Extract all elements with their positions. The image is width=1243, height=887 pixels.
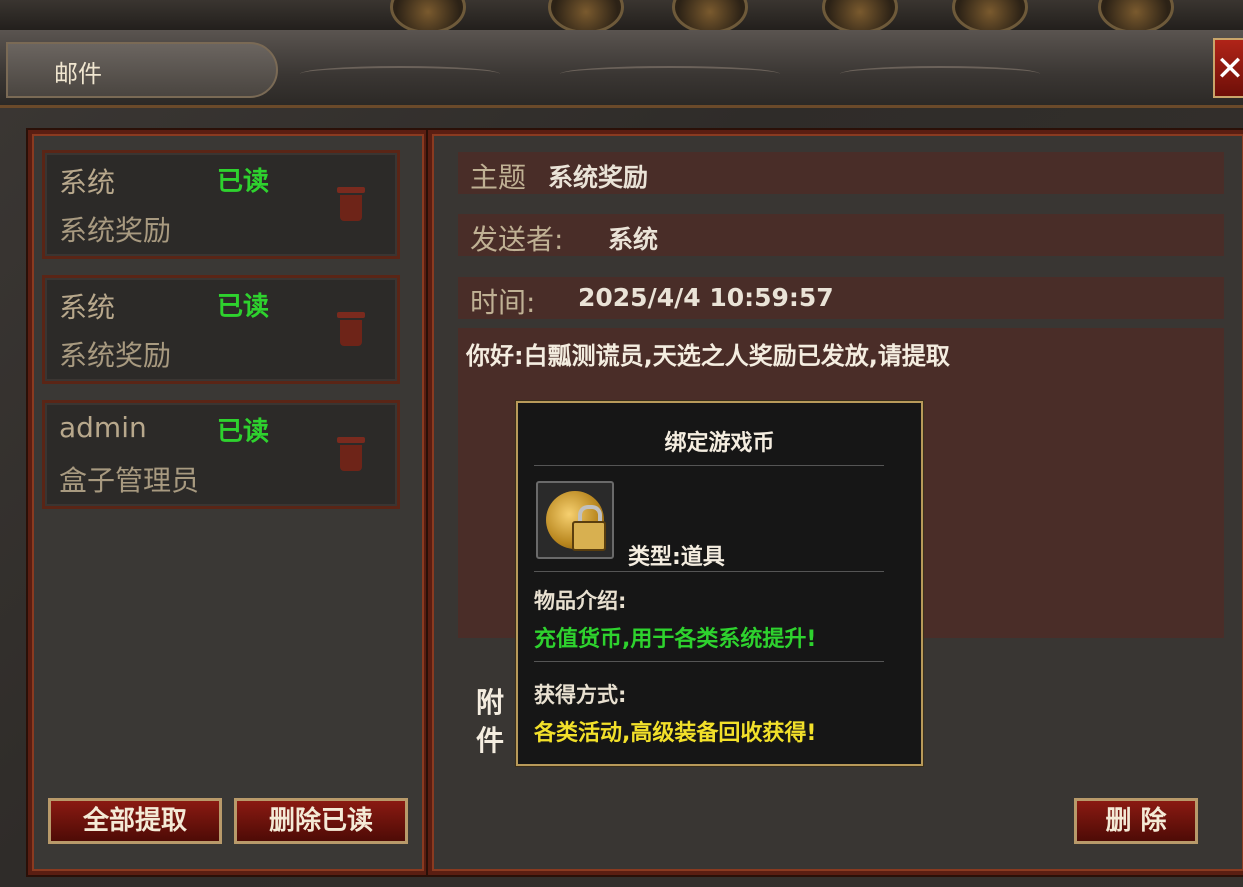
subject-label: 主题	[470, 161, 527, 194]
item-tooltip: 绑定游戏币 类型:道具 物品介绍: 充值货币,用于各类系统提升! 获得方式: 各…	[516, 401, 923, 766]
subject-value: 系统奖励	[548, 163, 649, 192]
time-value: 2025/4/4 10:59:57	[578, 283, 834, 312]
portrait-icon	[952, 0, 1028, 34]
mail-sender: admin	[59, 411, 147, 444]
portrait-icon	[672, 0, 748, 34]
mail-status: 已读	[217, 292, 270, 322]
mail-list-item[interactable]: 系统 已读 系统奖励	[42, 150, 400, 259]
mail-status: 已读	[217, 417, 270, 447]
title-plate	[6, 42, 278, 98]
bound-gold-coin-icon	[536, 481, 614, 559]
portrait-icon	[1098, 0, 1174, 34]
window-title: 邮件	[54, 60, 102, 88]
delete-read-button[interactable]: 删除已读	[234, 798, 408, 844]
title-bar: 邮件 ✕	[0, 30, 1243, 108]
delete-mail-button[interactable]: 删 除	[1074, 798, 1198, 844]
trash-icon[interactable]	[337, 312, 365, 346]
mail-sender: 系统	[59, 166, 116, 199]
tooltip-title: 绑定游戏币	[664, 431, 775, 456]
divider	[534, 661, 884, 662]
tooltip-desc: 充值货币,用于各类系统提升!	[534, 627, 817, 652]
ornament	[840, 66, 1040, 82]
portrait-icon	[548, 0, 624, 34]
sender-label: 发送者:	[470, 223, 564, 256]
portrait-icon	[390, 0, 466, 34]
mail-subject: 盒子管理员	[59, 464, 200, 497]
tooltip-type: 类型:道具	[628, 545, 725, 570]
trash-icon[interactable]	[337, 437, 365, 471]
time-label: 时间:	[470, 286, 536, 319]
mail-list-panel: 系统 已读 系统奖励 系统 已读 系统奖励 admin 已读 盒子管理员 全部提…	[28, 130, 428, 875]
mail-subject: 系统奖励	[59, 339, 172, 372]
attachment-label: 附件	[476, 686, 505, 757]
portrait-icon	[822, 0, 898, 34]
tooltip-source: 各类活动,高级装备回收获得!	[534, 721, 817, 746]
sender-row: 发送者: 系统	[458, 214, 1224, 256]
mail-status: 已读	[217, 167, 270, 197]
tooltip-desc-label: 物品介绍:	[534, 589, 627, 613]
time-row: 时间: 2025/4/4 10:59:57	[458, 277, 1224, 319]
ornament	[560, 66, 780, 82]
claim-all-button[interactable]: 全部提取	[48, 798, 222, 844]
divider	[534, 571, 884, 572]
tooltip-source-label: 获得方式:	[534, 683, 627, 707]
divider	[534, 465, 884, 466]
ornament	[300, 66, 500, 82]
mail-list-item[interactable]: 系统 已读 系统奖励	[42, 275, 400, 384]
sender-value: 系统	[608, 225, 659, 254]
close-button[interactable]: ✕	[1213, 38, 1243, 98]
mail-body-text: 你好:白瓢测谎员,天选之人奖励已发放,请提取	[466, 342, 950, 370]
mail-subject: 系统奖励	[59, 214, 172, 247]
trash-icon[interactable]	[337, 187, 365, 221]
mail-list-item[interactable]: admin 已读 盒子管理员	[42, 400, 400, 509]
subject-row: 主题 系统奖励	[458, 152, 1224, 194]
mail-sender: 系统	[59, 291, 116, 324]
